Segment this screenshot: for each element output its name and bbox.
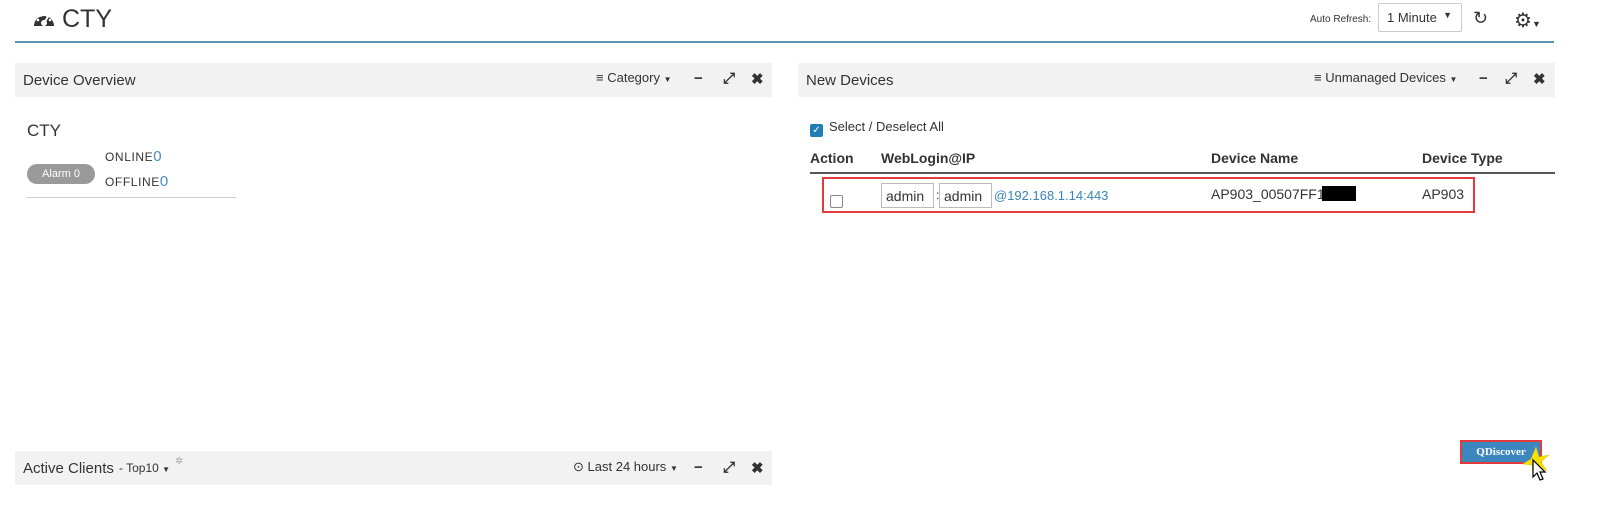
header-divider <box>15 41 1554 43</box>
page-title: CTY <box>62 5 112 33</box>
category-dropdown[interactable]: ≡ Category ▼ <box>596 70 672 85</box>
row-checkbox[interactable] <box>830 195 843 208</box>
device-overview-panel-header: Device Overview ≡ Category ▼ − ⤢ ✖ <box>15 63 772 97</box>
search-icon: Q <box>1476 446 1485 458</box>
panel-title: New Devices <box>806 72 894 89</box>
site-name: CTY <box>27 121 61 140</box>
loading-spinner-icon: ✲ <box>175 456 184 467</box>
settings-menu-button[interactable]: ⚙▼ <box>1514 8 1541 33</box>
column-header-device-name: Device Name <box>1211 150 1299 166</box>
expand-icon[interactable]: ⤢ <box>723 459 735 476</box>
column-header-action: Action <box>810 150 854 166</box>
column-header-device-type: Device Type <box>1422 150 1503 166</box>
expand-icon[interactable]: ⤢ <box>1505 70 1517 87</box>
list-icon: ≡ <box>596 70 604 85</box>
select-all-checkbox[interactable]: ✓ Select / Deselect All <box>810 119 944 137</box>
expand-icon[interactable]: ⤢ <box>723 70 735 87</box>
new-devices-panel-header: New Devices ≡ Unmanaged Devices ▼ − ⤢ ✖ <box>798 63 1555 97</box>
active-clients-panel-header: Active Clients - Top10 ▼ ✲ ⊙ Last 24 hou… <box>15 451 772 485</box>
refresh-icon[interactable]: ↻ <box>1473 8 1488 29</box>
column-header-weblogin: WebLogin@IP <box>881 150 976 166</box>
close-icon[interactable]: ✖ <box>751 70 764 88</box>
redaction-block <box>1322 186 1356 201</box>
divider <box>27 197 236 198</box>
dashboard-icon <box>34 14 54 26</box>
password-input[interactable]: admin <box>939 183 992 208</box>
offline-count[interactable]: 0 <box>160 173 168 190</box>
caret-down-icon: ▼ <box>663 75 672 84</box>
auto-refresh-value: 1 Minute <box>1387 10 1437 25</box>
cursor-click-icon <box>1522 447 1550 481</box>
panel-title: Device Overview <box>23 72 136 89</box>
caret-down-icon: ▼ <box>162 465 171 474</box>
caret-down-icon: ▼ <box>1443 10 1452 20</box>
minimize-icon[interactable]: − <box>694 459 703 476</box>
device-type: AP903 <box>1422 186 1465 202</box>
auto-refresh-label: Auto Refresh: <box>1310 14 1372 25</box>
caret-down-icon: ▼ <box>1531 19 1541 29</box>
time-range-dropdown[interactable]: ⊙ Last 24 hours ▼ <box>573 459 678 475</box>
caret-down-icon: ▼ <box>1449 75 1458 84</box>
device-ip-link[interactable]: @192.168.1.14:443 <box>994 188 1108 203</box>
table-header-divider <box>810 172 1555 174</box>
device-name: AP903_00507FF1 <box>1211 186 1325 202</box>
gear-icon: ⚙ <box>1514 10 1532 32</box>
minimize-icon[interactable]: − <box>1479 70 1488 87</box>
offline-status: OFFLINE0 <box>105 173 169 190</box>
list-icon: ≡ <box>1314 70 1322 85</box>
unmanaged-devices-dropdown[interactable]: ≡ Unmanaged Devices ▼ <box>1314 70 1457 85</box>
close-icon[interactable]: ✖ <box>1533 70 1546 88</box>
clock-icon: ⊙ <box>573 459 584 474</box>
auto-refresh-select[interactable]: 1 Minute ▼ <box>1378 3 1462 32</box>
online-count[interactable]: 0 <box>153 148 161 165</box>
minimize-icon[interactable]: − <box>694 70 703 87</box>
online-status: ONLINE0 <box>105 148 162 165</box>
close-icon[interactable]: ✖ <box>751 459 764 477</box>
checkbox-checked-icon: ✓ <box>810 124 823 137</box>
top10-dropdown[interactable]: - Top10 ▼ <box>119 461 170 475</box>
username-input[interactable]: admin <box>881 183 934 208</box>
panel-title: Active Clients <box>23 460 114 477</box>
alarm-badge[interactable]: Alarm 0 <box>27 164 95 184</box>
caret-down-icon: ▼ <box>669 464 678 473</box>
